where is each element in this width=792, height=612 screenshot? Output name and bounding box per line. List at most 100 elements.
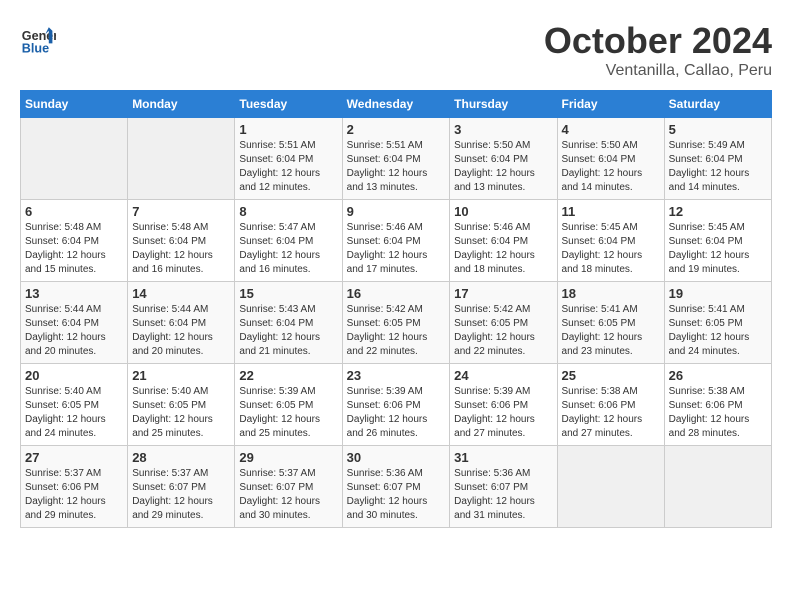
day-number: 11 [562,204,660,219]
day-number: 23 [347,368,446,383]
day-info: Sunrise: 5:42 AMSunset: 6:05 PMDaylight:… [454,303,552,359]
calendar-cell: 29Sunrise: 5:37 AMSunset: 6:07 PMDayligh… [235,446,342,528]
day-number: 4 [562,122,660,137]
day-info: Sunrise: 5:44 AMSunset: 6:04 PMDaylight:… [132,303,230,359]
calendar-cell: 16 Sunrise: 5:42 AMSunset: 6:05 PMDayligh… [342,282,450,364]
day-number: 8 [239,204,337,219]
calendar-cell: 6 Sunrise: 5:48 AMSunset: 6:04 PMDaylight… [21,200,128,282]
calendar-cell: 17 Sunrise: 5:42 AMSunset: 6:05 PMDayligh… [450,282,557,364]
calendar-cell: 24 Sunrise: 5:39 AMSunset: 6:06 PMDayligh… [450,364,557,446]
weekday-header-friday: Friday [557,91,664,118]
day-info: Sunrise: 5:39 AMSunset: 6:05 PMDaylight:… [239,385,337,441]
day-number: 20 [25,368,123,383]
weekday-header-row: SundayMondayTuesdayWednesdayThursdayFrid… [21,91,772,118]
day-number: 26 [669,368,767,383]
day-info: Sunrise: 5:38 AMSunset: 6:06 PMDaylight:… [562,385,660,441]
day-info: Sunrise: 5:50 AMSunset: 6:04 PMDaylight:… [454,139,552,195]
calendar-cell [557,446,664,528]
calendar-cell: 2 Sunrise: 5:51 AMSunset: 6:04 PMDaylight… [342,118,450,200]
calendar-cell [664,446,771,528]
calendar-cell: 13 Sunrise: 5:44 AMSunset: 6:04 PMDayligh… [21,282,128,364]
logo-icon: General Blue [20,20,56,56]
calendar-cell: 25 Sunrise: 5:38 AMSunset: 6:06 PMDayligh… [557,364,664,446]
day-info: Sunrise: 5:37 AMSunset: 6:06 PMDaylight:… [25,467,123,523]
day-number: 30 [347,450,446,465]
calendar-cell: 30 Sunrise: 5:36 AMSunset: 6:07 PMDayligh… [342,446,450,528]
day-info: Sunrise: 5:41 AMSunset: 6:05 PMDaylight:… [562,303,660,359]
calendar-cell: 15 Sunrise: 5:43 AMSunset: 6:04 PMDayligh… [235,282,342,364]
calendar-cell: 8Sunrise: 5:47 AMSunset: 6:04 PMDaylight… [235,200,342,282]
day-number: 6 [25,204,123,219]
location-subtitle: Ventanilla, Callao, Peru [544,62,772,80]
title-area: October 2024 Ventanilla, Callao, Peru [544,20,772,80]
day-number: 24 [454,368,552,383]
calendar-cell: 3 Sunrise: 5:50 AMSunset: 6:04 PMDaylight… [450,118,557,200]
week-row-5: 27 Sunrise: 5:37 AMSunset: 6:06 PMDayligh… [21,446,772,528]
calendar-cell: 23 Sunrise: 5:39 AMSunset: 6:06 PMDayligh… [342,364,450,446]
calendar-cell: 10 Sunrise: 5:46 AMSunset: 6:04 PMDayligh… [450,200,557,282]
calendar-cell: 28 Sunrise: 5:37 AMSunset: 6:07 PMDayligh… [128,446,235,528]
day-info: Sunrise: 5:42 AMSunset: 6:05 PMDaylight:… [347,303,446,359]
day-number: 18 [562,286,660,301]
day-number: 16 [347,286,446,301]
day-info: Sunrise: 5:46 AMSunset: 6:04 PMDaylight:… [347,221,446,277]
day-number: 19 [669,286,767,301]
day-number: 31 [454,450,552,465]
day-number: 27 [25,450,123,465]
day-info: Sunrise: 5:50 AMSunset: 6:04 PMDaylight:… [562,139,660,195]
calendar-cell: 18 Sunrise: 5:41 AMSunset: 6:05 PMDayligh… [557,282,664,364]
day-number: 13 [25,286,123,301]
day-number: 5 [669,122,767,137]
day-info: Sunrise: 5:37 AMSunset: 6:07 PMDaylight:… [239,467,337,523]
day-info: Sunrise: 5:43 AMSunset: 6:04 PMDaylight:… [239,303,337,359]
day-info: Sunrise: 5:48 AMSunset: 6:04 PMDaylight:… [132,221,230,277]
day-info: Sunrise: 5:49 AMSunset: 6:04 PMDaylight:… [669,139,767,195]
day-number: 15 [239,286,337,301]
week-row-4: 20 Sunrise: 5:40 AMSunset: 6:05 PMDayligh… [21,364,772,446]
calendar-cell: 9 Sunrise: 5:46 AMSunset: 6:04 PMDaylight… [342,200,450,282]
weekday-header-thursday: Thursday [450,91,557,118]
day-info: Sunrise: 5:37 AMSunset: 6:07 PMDaylight:… [132,467,230,523]
day-number: 21 [132,368,230,383]
weekday-header-tuesday: Tuesday [235,91,342,118]
day-info: Sunrise: 5:45 AMSunset: 6:04 PMDaylight:… [669,221,767,277]
day-number: 1 [239,122,337,137]
weekday-header-saturday: Saturday [664,91,771,118]
calendar-cell: 31Sunrise: 5:36 AMSunset: 6:07 PMDayligh… [450,446,557,528]
day-number: 9 [347,204,446,219]
calendar-cell: 20 Sunrise: 5:40 AMSunset: 6:05 PMDayligh… [21,364,128,446]
calendar-cell: 7 Sunrise: 5:48 AMSunset: 6:04 PMDaylight… [128,200,235,282]
week-row-2: 6 Sunrise: 5:48 AMSunset: 6:04 PMDaylight… [21,200,772,282]
day-number: 28 [132,450,230,465]
day-info: Sunrise: 5:46 AMSunset: 6:04 PMDaylight:… [454,221,552,277]
day-info: Sunrise: 5:48 AMSunset: 6:04 PMDaylight:… [25,221,123,277]
day-info: Sunrise: 5:41 AMSunset: 6:05 PMDaylight:… [669,303,767,359]
weekday-header-wednesday: Wednesday [342,91,450,118]
day-number: 22 [239,368,337,383]
day-info: Sunrise: 5:40 AMSunset: 6:05 PMDaylight:… [132,385,230,441]
day-info: Sunrise: 5:39 AMSunset: 6:06 PMDaylight:… [454,385,552,441]
day-number: 2 [347,122,446,137]
calendar-cell: 19 Sunrise: 5:41 AMSunset: 6:05 PMDayligh… [664,282,771,364]
calendar-cell: 14Sunrise: 5:44 AMSunset: 6:04 PMDayligh… [128,282,235,364]
logo: General Blue [20,20,60,56]
day-number: 25 [562,368,660,383]
calendar-cell: 11Sunrise: 5:45 AMSunset: 6:04 PMDayligh… [557,200,664,282]
day-number: 12 [669,204,767,219]
day-number: 10 [454,204,552,219]
day-number: 3 [454,122,552,137]
day-info: Sunrise: 5:36 AMSunset: 6:07 PMDaylight:… [347,467,446,523]
page-header: General Blue October 2024 Ventanilla, Ca… [20,20,772,80]
day-info: Sunrise: 5:44 AMSunset: 6:04 PMDaylight:… [25,303,123,359]
day-info: Sunrise: 5:51 AMSunset: 6:04 PMDaylight:… [347,139,446,195]
day-info: Sunrise: 5:40 AMSunset: 6:05 PMDaylight:… [25,385,123,441]
day-info: Sunrise: 5:39 AMSunset: 6:06 PMDaylight:… [347,385,446,441]
weekday-header-monday: Monday [128,91,235,118]
weekday-header-sunday: Sunday [21,91,128,118]
week-row-3: 13 Sunrise: 5:44 AMSunset: 6:04 PMDayligh… [21,282,772,364]
day-number: 7 [132,204,230,219]
day-number: 17 [454,286,552,301]
calendar-cell: 22 Sunrise: 5:39 AMSunset: 6:05 PMDayligh… [235,364,342,446]
month-title: October 2024 [544,20,772,62]
calendar-cell: 26Sunrise: 5:38 AMSunset: 6:06 PMDayligh… [664,364,771,446]
